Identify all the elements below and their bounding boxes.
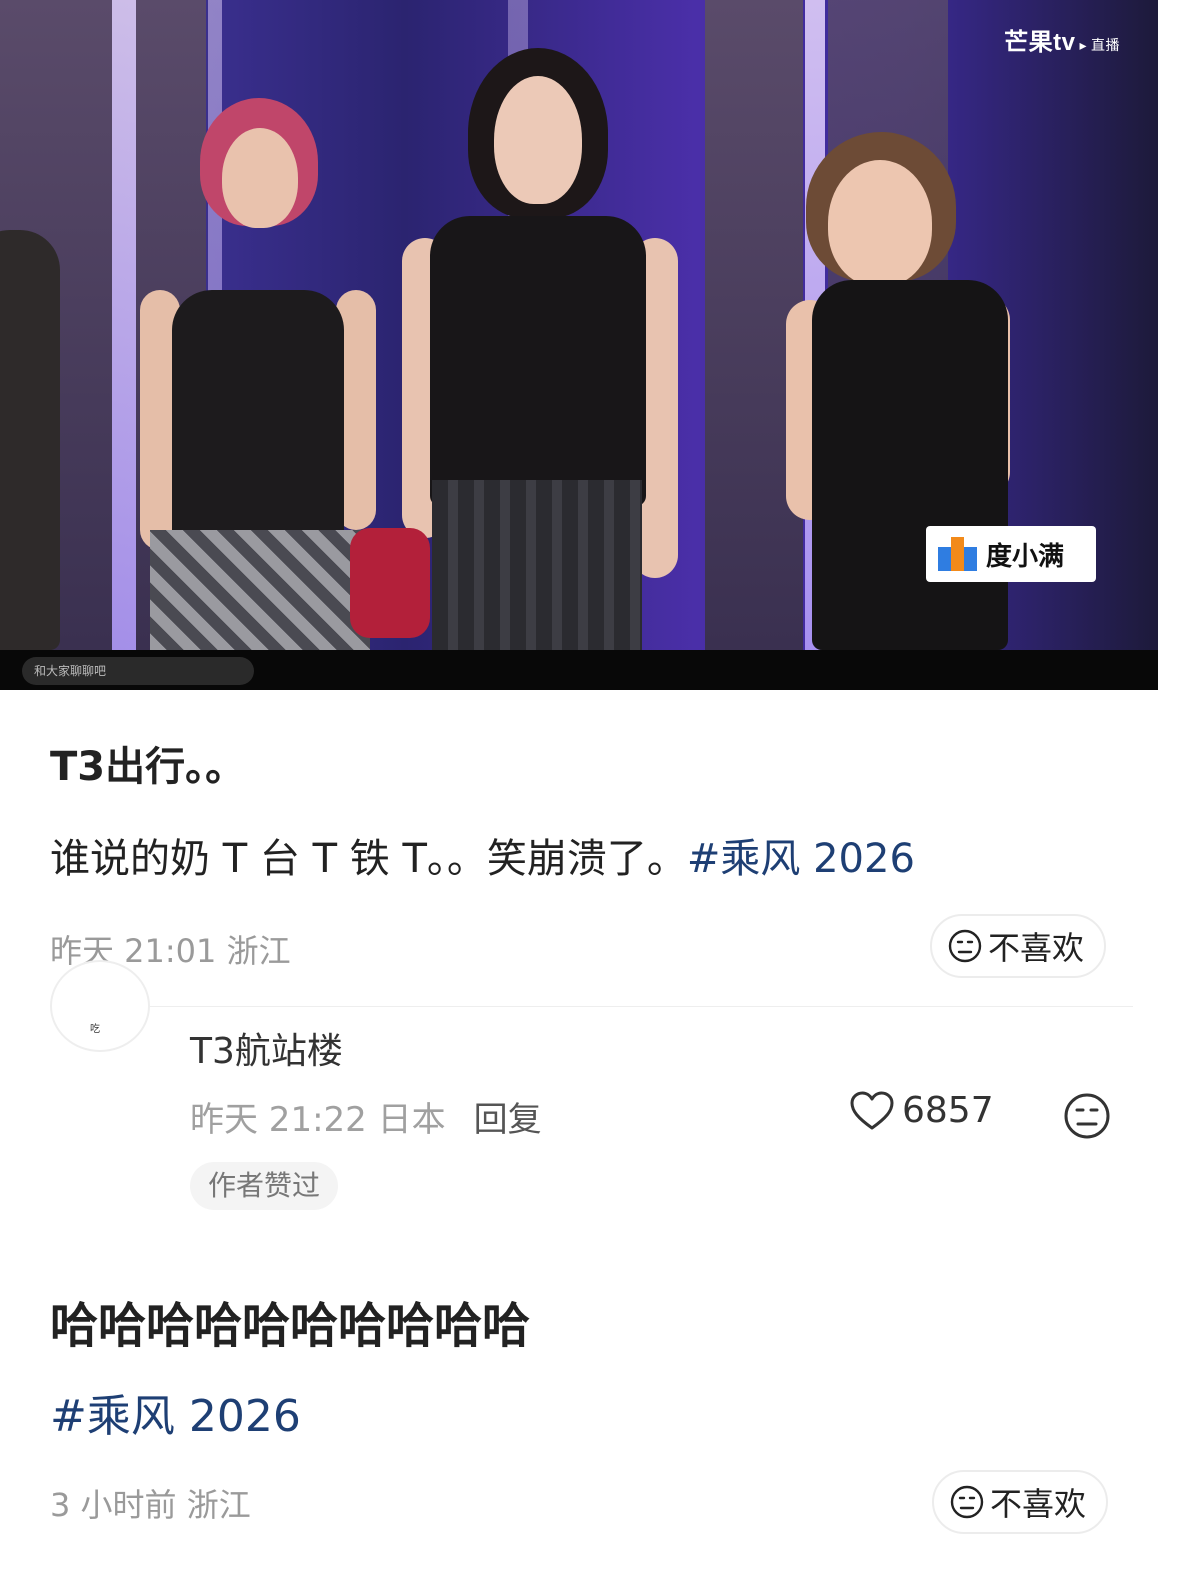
sponsor-mark-icon <box>938 537 978 571</box>
post-meta: 3 小时前 浙江 <box>50 1486 251 1524</box>
stage-light-pillar <box>112 0 136 650</box>
video-frame[interactable]: 芒果tv ▸ 直播 度小满 和大家聊聊吧 <box>0 0 1158 690</box>
sponsor-logo: 度小满 <box>926 526 1096 582</box>
post-title: 哈哈哈哈哈哈哈哈哈哈 <box>50 1298 531 1354</box>
section-divider <box>50 1006 1133 1007</box>
hashtag-link[interactable]: #乘风 2026 <box>50 1380 301 1444</box>
author-liked-badge: 作者赞过 <box>190 1162 339 1210</box>
dislike-button[interactable]: 不喜欢 <box>932 1470 1109 1534</box>
hashtag-link[interactable]: #乘风 2026 <box>687 836 915 882</box>
mango-tv-logo: 芒果tv ▸ 直播 <box>1004 29 1120 56</box>
dislike-button[interactable]: 不喜欢 <box>930 914 1107 978</box>
like-button[interactable]: 6857 <box>850 1090 994 1131</box>
post-title: T3出行。。 <box>50 744 246 790</box>
section-gap <box>0 1232 1179 1254</box>
chat-input-hint[interactable]: 和大家聊聊吧 <box>22 657 254 685</box>
comment-author[interactable]: T3航站楼 <box>190 1022 343 1074</box>
like-count: 6857 <box>902 1090 994 1131</box>
comment-meta: 昨天 21:22 日本 回复 <box>190 1100 542 1140</box>
reply-button[interactable]: 回复 <box>474 1100 542 1140</box>
avatar[interactable]: 吃 <box>50 960 150 1052</box>
meh-face-icon <box>1064 1093 1110 1139</box>
heart-icon <box>850 1091 894 1129</box>
meh-face-icon <box>950 1485 984 1519</box>
post-body: 谁说的奶 T 台 T 铁 T。。笑崩溃了。#乘风 2026 <box>50 836 915 882</box>
meh-face-icon <box>948 929 982 963</box>
person-edge <box>0 230 60 650</box>
comment-dislike-button[interactable] <box>1063 1092 1111 1144</box>
